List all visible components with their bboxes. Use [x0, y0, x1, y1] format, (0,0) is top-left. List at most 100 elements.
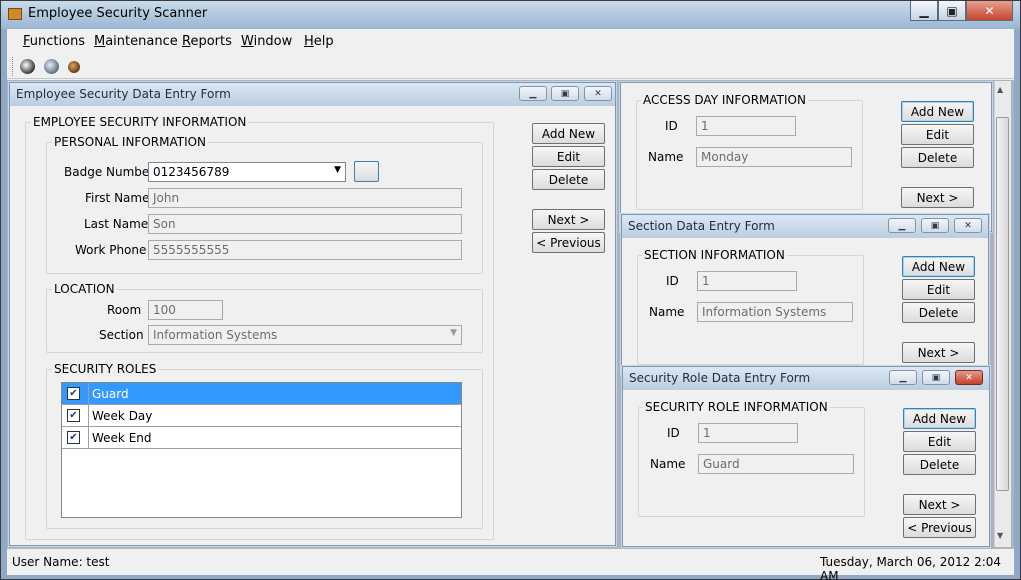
menu-window[interactable]: Window — [241, 34, 292, 49]
list-item[interactable]: ✔ Guard — [62, 382, 461, 405]
role-id-field[interactable]: 1 — [698, 423, 798, 443]
scanner-icon[interactable] — [20, 59, 35, 74]
section-name-field[interactable]: Information Systems — [697, 302, 853, 322]
mdi-scrollbar[interactable]: ▲ ▼ — [994, 81, 1011, 547]
badge-number-label: Badge Number — [64, 165, 155, 179]
access-day-delete-button[interactable]: Delete — [901, 147, 974, 168]
employee-form-title: Employee Security Data Entry Form — [16, 87, 231, 101]
section-form-maximize-button[interactable]: ▣ — [921, 218, 949, 233]
checkbox-checked-icon[interactable]: ✔ — [67, 387, 80, 400]
list-item[interactable]: ✔ Week Day — [62, 404, 461, 427]
access-day-add-new-button[interactable]: Add New — [901, 101, 974, 122]
menu-help[interactable]: Help — [304, 34, 334, 49]
employee-previous-button[interactable]: < Previous — [532, 232, 605, 253]
section-form-close-button[interactable]: ✕ — [954, 218, 982, 233]
personal-info-title: PERSONAL INFORMATION — [52, 135, 209, 149]
chevron-down-icon[interactable]: ▼ — [334, 165, 341, 175]
role-form-close-button[interactable]: ✕ — [955, 370, 983, 385]
section-next-button[interactable]: Next > — [902, 342, 975, 363]
status-user: User Name: test — [12, 555, 110, 569]
app-icon — [8, 8, 22, 20]
minimize-button[interactable]: ▁ — [910, 1, 938, 21]
role-label: Guard — [92, 386, 129, 401]
employee-delete-button[interactable]: Delete — [532, 169, 605, 190]
section-id-label: ID — [666, 274, 679, 288]
role-edit-button[interactable]: Edit — [903, 431, 976, 452]
role-id-label: ID — [667, 426, 680, 440]
security-roles-list[interactable]: ✔ Guard ✔ Week Day ✔ Week End — [61, 382, 462, 518]
room-field[interactable]: 100 — [148, 300, 223, 320]
access-day-group-title: ACCESS DAY INFORMATION — [641, 93, 808, 107]
role-next-button[interactable]: Next > — [903, 494, 976, 515]
list-item[interactable]: ✔ Week End — [62, 426, 461, 449]
role-label: Week End — [92, 430, 152, 445]
employee-add-new-button[interactable]: Add New — [532, 123, 605, 144]
section-label: Section — [99, 328, 144, 342]
close-button[interactable]: ✕ — [966, 1, 1013, 21]
employee-edit-button[interactable]: Edit — [532, 146, 605, 167]
badge-number-combobox[interactable]: 0123456789 ▼ — [148, 162, 346, 182]
section-name-label: Name — [649, 305, 685, 319]
access-day-id-field[interactable]: 1 — [696, 116, 796, 136]
role-name-label: Name — [650, 457, 686, 471]
chevron-down-icon[interactable]: ▼ — [450, 328, 457, 338]
employee-security-group-title: EMPLOYEE SECURITY INFORMATION — [31, 115, 249, 129]
role-info-title: SECURITY ROLE INFORMATION — [643, 400, 830, 414]
section-add-new-button[interactable]: Add New — [902, 256, 975, 277]
section-form-minimize-button[interactable]: ▁ — [888, 218, 916, 233]
access-day-next-button[interactable]: Next > — [901, 187, 974, 208]
badge-lookup-button[interactable] — [354, 161, 379, 182]
section-edit-button[interactable]: Edit — [902, 279, 975, 300]
first-name-field[interactable]: John — [148, 188, 462, 208]
menu-functions[interactable]: Functions — [23, 34, 85, 49]
work-phone-label: Work Phone — [75, 243, 147, 257]
role-label: Week Day — [92, 408, 153, 423]
role-previous-button[interactable]: < Previous — [903, 517, 976, 538]
scroll-down-icon[interactable]: ▼ — [997, 531, 1003, 540]
maximize-button[interactable]: ▣ — [938, 1, 966, 21]
location-title: LOCATION — [52, 282, 117, 296]
section-info-title: SECTION INFORMATION — [642, 248, 787, 262]
menu-reports[interactable]: Reports — [182, 34, 232, 49]
row-separator — [88, 382, 89, 405]
role-name-field[interactable]: Guard — [698, 454, 854, 474]
checkbox-checked-icon[interactable]: ✔ — [67, 431, 80, 444]
role-form-minimize-button[interactable]: ▁ — [889, 370, 917, 385]
toolbar-grip[interactable] — [12, 57, 15, 76]
role-form-title: Security Role Data Entry Form — [629, 371, 811, 385]
shield-icon[interactable] — [68, 61, 80, 73]
first-name-label: First Name — [85, 191, 150, 205]
access-day-edit-button[interactable]: Edit — [901, 124, 974, 145]
work-phone-field[interactable]: 5555555555 — [148, 240, 462, 260]
section-delete-button[interactable]: Delete — [902, 302, 975, 323]
employee-form-maximize-button[interactable]: ▣ — [551, 86, 579, 101]
last-name-field[interactable]: Son — [148, 214, 462, 234]
employee-next-button[interactable]: Next > — [532, 209, 605, 230]
section-value: Information Systems — [153, 328, 278, 342]
section-id-field[interactable]: 1 — [697, 271, 797, 291]
app-title: Employee Security Scanner — [28, 6, 208, 21]
role-form-maximize-button[interactable]: ▣ — [922, 370, 950, 385]
globe-icon[interactable] — [44, 59, 59, 74]
checkbox-checked-icon[interactable]: ✔ — [67, 409, 80, 422]
employee-form-minimize-button[interactable]: ▁ — [519, 86, 547, 101]
scroll-up-icon[interactable]: ▲ — [997, 85, 1003, 94]
toolbar — [7, 54, 1014, 79]
access-day-id-label: ID — [665, 119, 678, 133]
access-day-name-field[interactable]: Monday — [696, 147, 852, 167]
role-delete-button[interactable]: Delete — [903, 454, 976, 475]
scroll-thumb[interactable] — [996, 117, 1009, 491]
menu-maintenance[interactable]: Maintenance — [94, 34, 178, 49]
section-form-title: Section Data Entry Form — [628, 219, 775, 233]
section-combobox[interactable]: Information Systems ▼ — [148, 325, 462, 345]
row-separator — [88, 404, 89, 427]
employee-form-close-button[interactable]: ✕ — [584, 86, 612, 101]
status-datetime: Tuesday, March 06, 2012 2:04 AM — [820, 555, 1002, 580]
role-add-new-button[interactable]: Add New — [903, 408, 976, 429]
badge-number-value: 0123456789 — [153, 165, 230, 179]
last-name-label: Last Name — [84, 217, 149, 231]
row-separator — [88, 426, 89, 449]
security-roles-title: SECURITY ROLES — [52, 362, 159, 376]
access-day-name-label: Name — [648, 150, 684, 164]
room-label: Room — [107, 303, 142, 317]
